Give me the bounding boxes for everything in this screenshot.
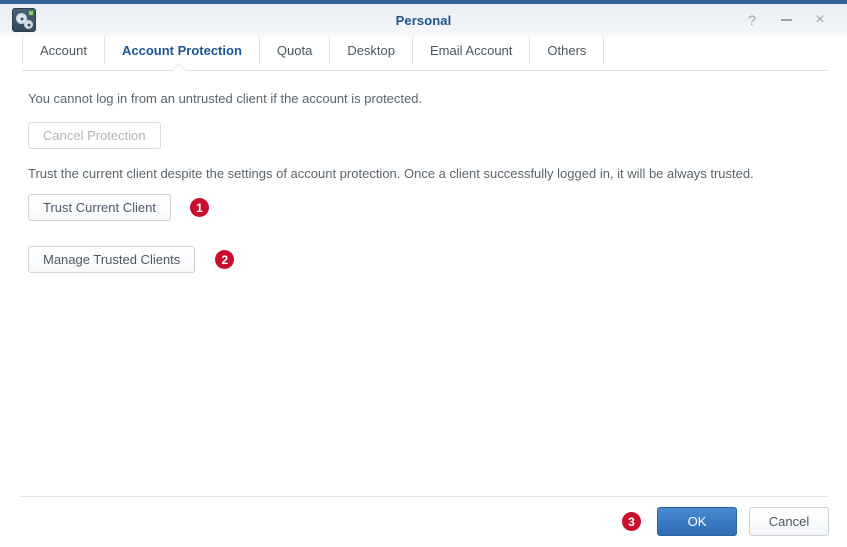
- window-controls: ? ×: [735, 4, 837, 36]
- dialog-footer: 3 OK Cancel: [0, 485, 847, 547]
- footer-separator: [20, 496, 828, 497]
- tab-label: Email Account: [430, 42, 513, 58]
- tab-separator-line: [22, 70, 828, 71]
- tab-desktop[interactable]: Desktop: [329, 36, 412, 64]
- manage-trusted-clients-button[interactable]: Manage Trusted Clients: [28, 246, 196, 273]
- step-badge-1: 1: [189, 198, 209, 217]
- tab-others[interactable]: Others: [529, 36, 605, 64]
- tab-account-protection[interactable]: Account Protection: [103, 36, 259, 64]
- step-badge-3: 3: [622, 512, 641, 531]
- status-dot-shape: [29, 11, 33, 15]
- tab-separator: [22, 64, 828, 72]
- protection-description: You cannot log in from an untrusted clie…: [28, 91, 423, 106]
- close-icon[interactable]: ×: [803, 5, 837, 35]
- settings-gears-icon: [12, 8, 36, 32]
- minimize-icon[interactable]: [769, 5, 803, 35]
- window-title: Personal: [395, 12, 452, 28]
- footer-actions: 3 OK Cancel: [622, 507, 829, 536]
- tab-label: Others: [547, 42, 587, 58]
- tab-label: Account Protection: [121, 42, 242, 58]
- ok-button[interactable]: OK: [657, 507, 737, 536]
- cancel-protection-button[interactable]: Cancel Protection: [28, 122, 161, 149]
- tab-label: Account: [40, 42, 87, 58]
- cancel-button[interactable]: Cancel: [749, 507, 829, 536]
- title-bar: Personal ? ×: [0, 4, 847, 36]
- help-icon[interactable]: ?: [735, 5, 769, 35]
- tab-bar: Account Account Protection Quota Desktop…: [0, 36, 847, 64]
- tab-label: Quota: [276, 42, 313, 58]
- tab-label: Desktop: [347, 42, 396, 58]
- personal-settings-dialog: Personal ? × Account Account Protection …: [0, 0, 847, 547]
- gear-small-shape: [24, 20, 33, 29]
- help-glyph: ?: [748, 12, 756, 28]
- trust-current-client-button[interactable]: Trust Current Client: [28, 194, 171, 221]
- active-tab-pointer-icon: [172, 64, 186, 71]
- manage-trusted-clients-row: Manage Trusted Clients 2: [28, 246, 825, 273]
- step-badge-2: 2: [215, 250, 235, 269]
- close-glyph: ×: [815, 11, 825, 28]
- tab-email-account[interactable]: Email Account: [412, 36, 529, 64]
- minimize-glyph: [780, 19, 792, 21]
- account-protection-panel: You cannot log in from an untrusted clie…: [0, 72, 847, 485]
- trust-current-client-row: Trust Current Client 1: [28, 194, 825, 221]
- tab-account[interactable]: Account: [22, 36, 104, 64]
- trust-description: Trust the current client despite the set…: [28, 166, 754, 181]
- tab-quota[interactable]: Quota: [258, 36, 329, 64]
- cancel-protection-row: Cancel Protection: [28, 122, 825, 149]
